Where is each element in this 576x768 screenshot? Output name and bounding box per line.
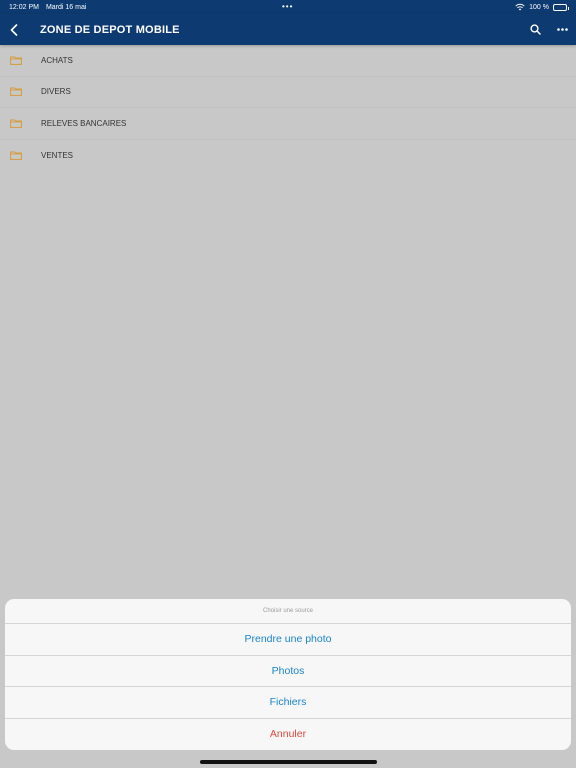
folder-item-divers[interactable]: DIVERS (0, 77, 576, 108)
wifi-icon (515, 3, 525, 11)
folder-label: ACHATS (41, 55, 73, 65)
photos-button[interactable]: Photos (5, 656, 571, 687)
more-button[interactable] (549, 14, 576, 45)
battery-icon (553, 3, 569, 11)
search-icon (530, 24, 541, 35)
chevron-left-icon (10, 23, 18, 36)
folder-item-ventes[interactable]: VENTES (0, 140, 576, 172)
status-bar: 12:02 PM Mardi 16 mai ••• 100 % (0, 0, 576, 14)
page-title: ZONE DE DEPOT MOBILE (40, 23, 180, 36)
folder-icon (10, 87, 22, 97)
search-button[interactable] (522, 14, 549, 45)
folder-label: RELEVES BANCAIRES (41, 118, 127, 128)
cancel-button[interactable]: Annuler (5, 719, 571, 751)
folder-icon (10, 56, 22, 65)
status-time: 12:02 PM (9, 3, 39, 11)
folder-label: DIVERS (41, 87, 71, 97)
folder-icon (10, 151, 22, 160)
home-indicator[interactable] (200, 760, 377, 764)
battery-percent: 100 % (529, 3, 549, 11)
multitask-dots[interactable]: ••• (282, 2, 293, 11)
folder-icon (10, 119, 22, 128)
folder-item-achats[interactable]: ACHATS (0, 45, 576, 77)
folder-item-releves-bancaires[interactable]: RELEVES BANCAIRES (0, 108, 576, 140)
action-sheet: Choisir une source Prendre une photo Pho… (5, 599, 571, 750)
action-sheet-title: Choisir une source (5, 599, 571, 624)
status-date: Mardi 16 mai (45, 3, 87, 11)
nav-bar: ZONE DE DEPOT MOBILE (0, 14, 576, 45)
back-button[interactable] (0, 14, 28, 45)
folder-list: ACHATS DIVERS RELEVES BANCAIRES VENTES (0, 45, 576, 171)
take-photo-button[interactable]: Prendre une photo (5, 624, 571, 656)
folder-label: VENTES (41, 150, 74, 160)
ellipsis-icon (557, 28, 568, 31)
files-button[interactable]: Fichiers (5, 687, 571, 719)
